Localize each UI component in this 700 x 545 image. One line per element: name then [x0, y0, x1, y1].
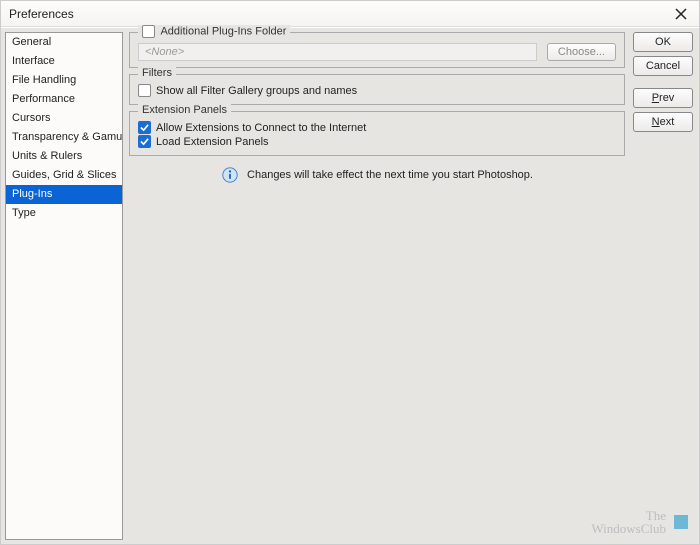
close-button[interactable] [671, 4, 691, 24]
prev-button[interactable]: Prev [633, 88, 693, 108]
sidebar-item-cursors[interactable]: Cursors [6, 109, 122, 128]
ok-button[interactable]: OK [633, 32, 693, 52]
group-legend-extension: Extension Panels [138, 104, 231, 116]
sidebar-item-guides-grid[interactable]: Guides, Grid & Slices [6, 166, 122, 185]
sidebar-item-interface[interactable]: Interface [6, 52, 122, 71]
close-icon [675, 8, 687, 20]
additional-plugins-label: Additional Plug-Ins Folder [160, 25, 286, 37]
extension-panels-group: Extension Panels Allow Extensions to Con… [129, 111, 625, 156]
next-button[interactable]: Next [633, 112, 693, 132]
dialog-buttons: OK Cancel Prev Next [631, 28, 699, 544]
sidebar-item-units-rulers[interactable]: Units & Rulers [6, 147, 122, 166]
info-text: Changes will take effect the next time y… [247, 169, 533, 181]
show-all-filter-label: Show all Filter Gallery groups and names [156, 85, 357, 97]
group-legend-additional: Additional Plug-Ins Folder [138, 25, 290, 38]
check-icon [140, 137, 149, 146]
sidebar-item-transparency[interactable]: Transparency & Gamut [6, 128, 122, 147]
choose-button[interactable]: Choose... [547, 43, 616, 61]
main-panel: Additional Plug-Ins Folder <None> Choose… [123, 28, 631, 544]
titlebar: Preferences [1, 1, 699, 27]
group-legend-filters: Filters [138, 67, 176, 79]
filters-group: Filters Show all Filter Gallery groups a… [129, 74, 625, 105]
content-area: General Interface File Handling Performa… [1, 27, 699, 544]
additional-plugins-group: Additional Plug-Ins Folder <None> Choose… [129, 32, 625, 68]
info-row: Changes will take effect the next time y… [129, 166, 625, 184]
category-sidebar: General Interface File Handling Performa… [5, 32, 123, 540]
window-title: Preferences [9, 7, 74, 21]
load-extension-label: Load Extension Panels [156, 136, 269, 148]
allow-extensions-label: Allow Extensions to Connect to the Inter… [156, 122, 366, 134]
load-extension-checkbox[interactable] [138, 135, 151, 148]
show-all-filter-checkbox[interactable] [138, 84, 151, 97]
sidebar-item-performance[interactable]: Performance [6, 90, 122, 109]
sidebar-item-plugins[interactable]: Plug-Ins [6, 185, 122, 204]
sidebar-item-file-handling[interactable]: File Handling [6, 71, 122, 90]
additional-plugins-path: <None> [138, 43, 537, 61]
sidebar-item-type[interactable]: Type [6, 204, 122, 223]
additional-plugins-checkbox[interactable] [142, 25, 155, 38]
check-icon [140, 123, 149, 132]
cancel-button[interactable]: Cancel [633, 56, 693, 76]
sidebar-item-general[interactable]: General [6, 33, 122, 52]
preferences-window: Preferences General Interface File Handl… [0, 0, 700, 545]
info-icon [221, 166, 239, 184]
allow-extensions-checkbox[interactable] [138, 121, 151, 134]
